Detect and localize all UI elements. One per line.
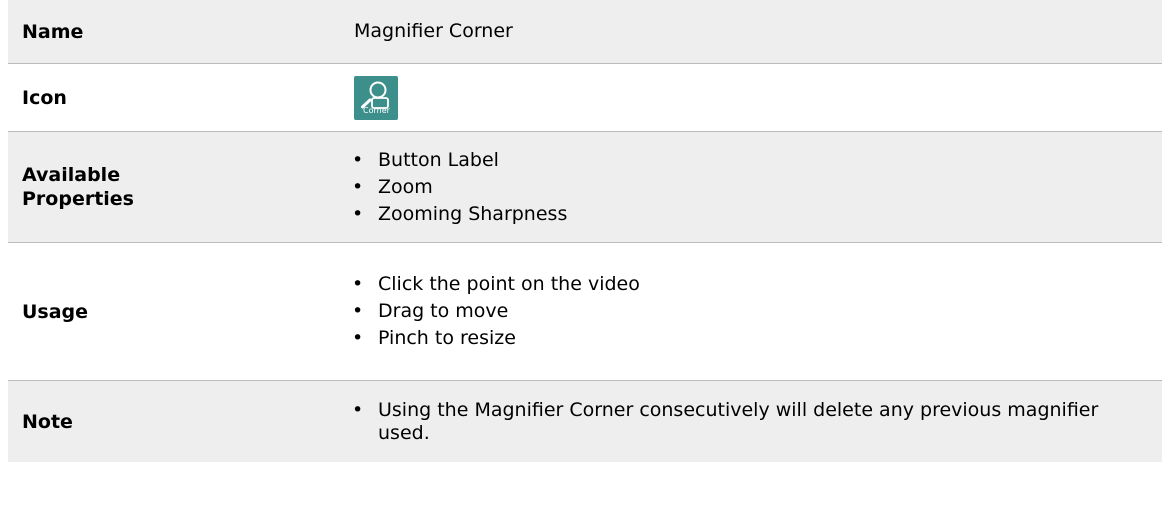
properties-list: Button Label Zoom Zooming Sharpness (340, 145, 1162, 230)
list-item: Button Label (340, 149, 1162, 172)
info-table: Name Magnifier Corner Icon Corner Availa… (8, 0, 1162, 462)
icon-label: Icon (22, 86, 67, 109)
usage-list: Click the point on the video Drag to mov… (340, 269, 1162, 354)
list-item: Pinch to resize (340, 327, 1162, 350)
row-properties: Available Properties Button Label Zoom Z… (8, 132, 1162, 243)
list-item: Zoom (340, 176, 1162, 199)
list-item: Click the point on the video (340, 273, 1162, 296)
row-usage: Usage Click the point on the video Drag … (8, 243, 1162, 381)
note-list-cell: Using the Magnifier Corner consecutively… (340, 381, 1162, 462)
properties-label-line1: Available (22, 164, 121, 186)
note-list: Using the Magnifier Corner consecutively… (340, 395, 1162, 449)
properties-list-cell: Button Label Zoom Zooming Sharpness (340, 132, 1162, 242)
icon-cell: Corner (340, 64, 1162, 131)
usage-list-cell: Click the point on the video Drag to mov… (340, 243, 1162, 380)
list-item: Zooming Sharpness (340, 203, 1162, 226)
name-label: Name (22, 20, 84, 43)
magnifier-corner-icon: Corner (354, 75, 398, 120)
properties-label: Available Properties (8, 132, 340, 242)
usage-label: Usage (22, 300, 89, 323)
list-item: Using the Magnifier Corner consecutively… (340, 399, 1162, 445)
row-note: Note Using the Magnifier Corner consecut… (8, 381, 1162, 462)
list-item: Drag to move (340, 300, 1162, 323)
row-icon: Icon Corner (8, 64, 1162, 132)
row-name: Name Magnifier Corner (8, 0, 1162, 64)
properties-label-line2: Properties (22, 188, 134, 210)
note-label: Note (22, 410, 73, 433)
name-value: Magnifier Corner (354, 20, 513, 42)
icon-caption: Corner (363, 105, 390, 115)
